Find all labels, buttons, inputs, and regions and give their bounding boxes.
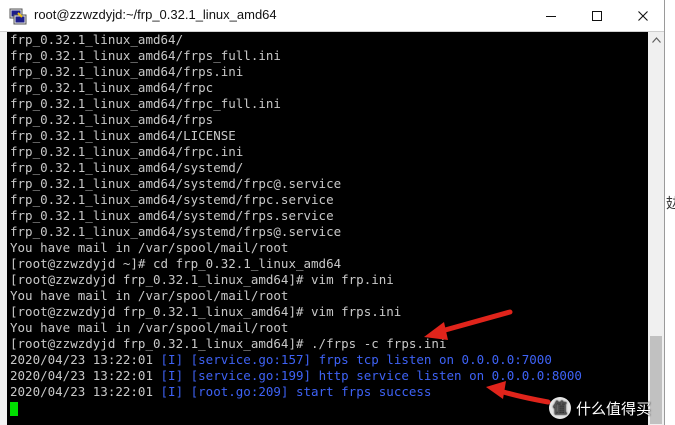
maximize-button[interactable] xyxy=(574,0,620,31)
maximize-icon xyxy=(592,10,602,21)
terminal-line: [root@zzwzdyjd frp_0.32.1_linux_amd64]# … xyxy=(10,272,394,287)
log-timestamp: 2020/04/23 13:22:01 xyxy=(10,368,153,383)
terminal-line: You have mail in /var/spool/mail/root xyxy=(10,288,289,303)
close-button[interactable] xyxy=(620,0,666,31)
window-title: root@zzwzdyjd:~/frp_0.32.1_linux_amd64 xyxy=(34,7,277,22)
minimize-icon xyxy=(546,15,556,17)
terminal-line: frp_0.32.1_linux_amd64/frpc_full.ini xyxy=(10,96,281,111)
log-line: 2020/04/23 13:22:01 [I] [service.go:199]… xyxy=(10,368,582,384)
close-icon xyxy=(638,10,648,21)
log-timestamp: 2020/04/23 13:22:01 xyxy=(10,352,153,367)
vertical-scrollbar[interactable] xyxy=(648,32,664,425)
watermark-text: 什么值得买 xyxy=(576,399,652,418)
terminal-line: frp_0.32.1_linux_amd64/frpc.ini xyxy=(10,144,244,159)
scroll-thumb[interactable] xyxy=(650,336,662,424)
terminal-line: [root@zzwzdyjd ~]# cd frp_0.32.1_linux_a… xyxy=(10,256,342,271)
svg-text:值: 值 xyxy=(553,400,567,417)
terminal-line: frp_0.32.1_linux_amd64/frps.ini xyxy=(10,64,244,79)
terminal-line: [root@zzwzdyjd frp_0.32.1_linux_amd64]# … xyxy=(10,304,402,319)
terminal-window: root@zzwzdyjd:~/frp_0.32.1_linux_amd64 f… xyxy=(0,0,665,425)
log-line: 2020/04/23 13:22:01 [I] [root.go:209] st… xyxy=(10,384,431,400)
terminal-line: frp_0.32.1_linux_amd64/frps xyxy=(10,112,214,127)
log-message: [I] [service.go:199] http service listen… xyxy=(153,368,582,383)
terminal-line: [root@zzwzdyjd frp_0.32.1_linux_amd64]# … xyxy=(10,336,447,351)
smzdm-logo-icon: 值 xyxy=(549,397,571,419)
terminal-output[interactable]: frp_0.32.1_linux_amd64/ frp_0.32.1_linux… xyxy=(7,32,648,425)
terminal-cursor xyxy=(10,402,18,416)
terminal-line: frp_0.32.1_linux_amd64/LICENSE xyxy=(10,128,236,143)
terminal-line: frp_0.32.1_linux_amd64/ xyxy=(10,32,184,47)
putty-icon xyxy=(9,8,27,25)
title-bar[interactable]: root@zzwzdyjd:~/frp_0.32.1_linux_amd64 xyxy=(0,0,664,32)
terminal-line: frp_0.32.1_linux_amd64/frps_full.ini xyxy=(10,48,281,63)
log-timestamp: 2020/04/23 13:22:01 xyxy=(10,384,153,399)
log-line: 2020/04/23 13:22:01 [I] [service.go:157]… xyxy=(10,352,552,368)
scroll-up-button[interactable] xyxy=(648,32,664,48)
terminal-line: frp_0.32.1_linux_amd64/frpc xyxy=(10,80,214,95)
terminal-line: frp_0.32.1_linux_amd64/systemd/ xyxy=(10,160,244,175)
background-edge-text: 攰 xyxy=(666,196,675,212)
terminal-line: You have mail in /var/spool/mail/root xyxy=(10,320,289,335)
minimize-button[interactable] xyxy=(528,0,574,31)
terminal-line: frp_0.32.1_linux_amd64/systemd/frpc@.ser… xyxy=(10,176,342,191)
terminal-line: frp_0.32.1_linux_amd64/systemd/frps.serv… xyxy=(10,208,334,223)
log-message: [I] [root.go:209] start frps success xyxy=(153,384,432,399)
log-message: [I] [service.go:157] frps tcp listen on … xyxy=(153,352,552,367)
chevron-up-icon xyxy=(651,37,661,43)
terminal-line: You have mail in /var/spool/mail/root xyxy=(10,240,289,255)
terminal-line: frp_0.32.1_linux_amd64/systemd/frps@.ser… xyxy=(10,224,342,239)
terminal-line: frp_0.32.1_linux_amd64/systemd/frpc.serv… xyxy=(10,192,334,207)
watermark: 值 什么值得买 xyxy=(548,395,651,421)
